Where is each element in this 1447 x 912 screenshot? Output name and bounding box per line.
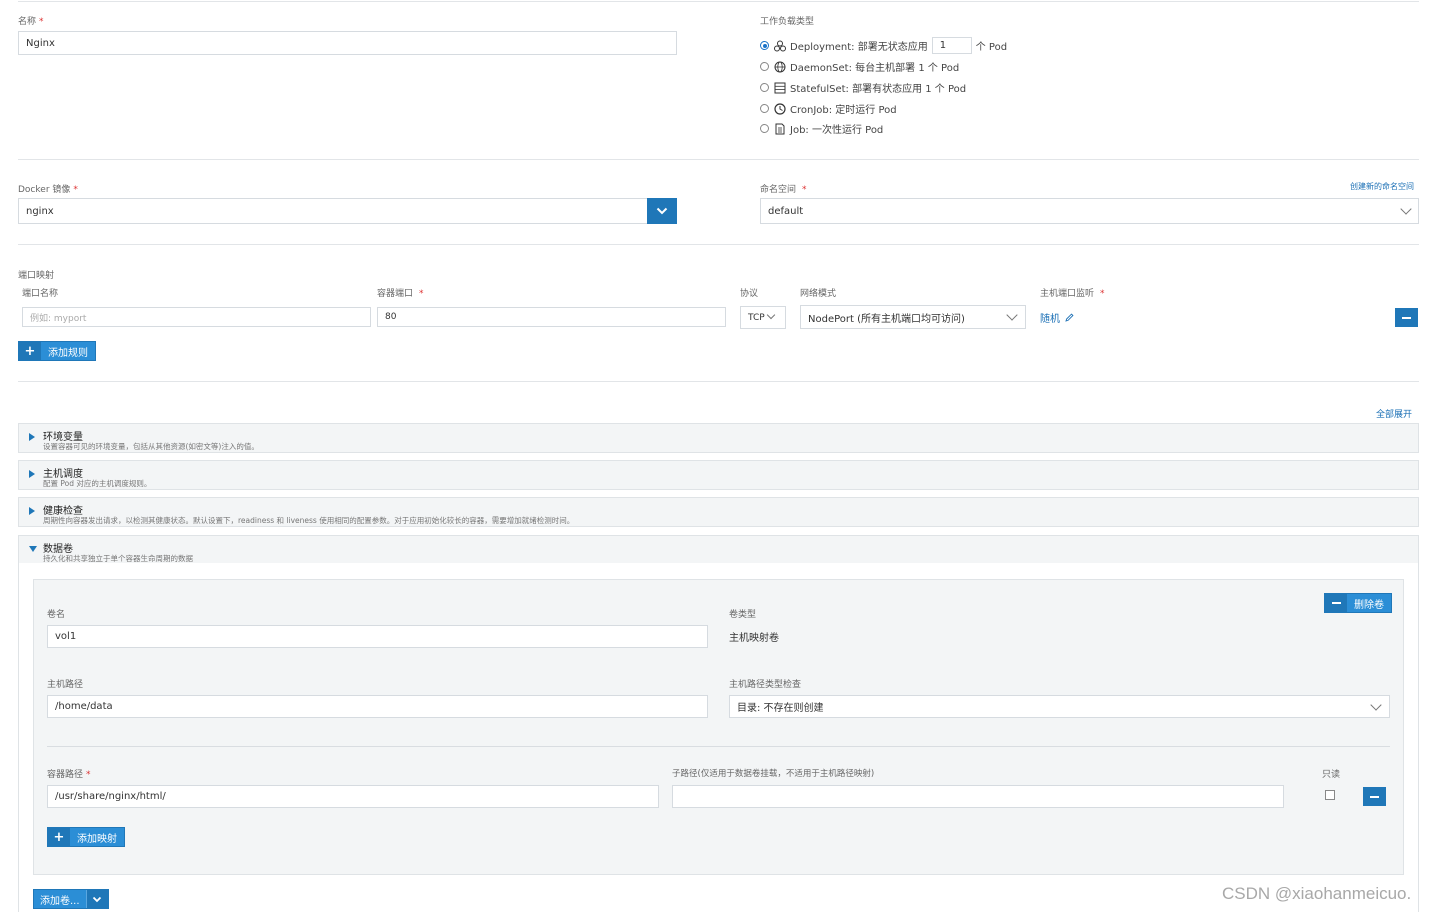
- job-icon: [775, 123, 785, 134]
- host-path-input[interactable]: /home/data: [47, 695, 708, 718]
- network-mode-col: 网络模式: [800, 289, 837, 299]
- deployment-icon: [774, 40, 786, 51]
- workload-deployment-text: Deployment: 部署无状态应用: [790, 42, 928, 53]
- radio-deployment[interactable]: [760, 41, 769, 50]
- radio-cronjob[interactable]: [760, 104, 769, 113]
- remove-volume-button[interactable]: 删除卷: [1324, 593, 1392, 613]
- network-mode-select[interactable]: NodePort (所有主机端口均可访问): [800, 305, 1026, 329]
- add-volume-button[interactable]: 添加卷...: [33, 889, 109, 909]
- replicas-suffix: 个 Pod: [975, 42, 1008, 53]
- radio-job[interactable]: [760, 124, 769, 133]
- workload-cronjob-option[interactable]: CronJob: 定时运行 Pod: [760, 101, 897, 116]
- panel-desc: 周期性向容器发出请求，以检测其健康状态。默认设置下，readiness 和 li…: [43, 516, 575, 525]
- namespace-label: 命名空间 *: [760, 185, 807, 195]
- host-port-random[interactable]: 随机: [1040, 310, 1074, 325]
- add-mount-button[interactable]: + 添加映射: [47, 827, 125, 847]
- add-rule-text: 添加规则: [48, 347, 88, 359]
- plus-icon: +: [48, 828, 70, 846]
- expand-triangle-icon: [29, 507, 35, 515]
- container-port-input[interactable]: 80: [377, 307, 726, 327]
- image-dropdown-button[interactable]: [647, 198, 677, 224]
- scheduling-panel[interactable]: 主机调度 配置 Pod 对应的主机调度规则。: [18, 460, 1419, 490]
- add-mount-text: 添加映射: [77, 833, 117, 845]
- workload-cronjob-text: CronJob: 定时运行 Pod: [790, 105, 897, 116]
- host-path-label: 主机路径: [47, 680, 84, 690]
- panel-desc: 配置 Pod 对应的主机调度规则。: [43, 479, 152, 488]
- cronjob-icon: [774, 102, 786, 115]
- add-volume-text: 添加卷...: [40, 895, 80, 907]
- name-input[interactable]: Nginx: [18, 31, 677, 55]
- sub-path-input[interactable]: [672, 785, 1284, 808]
- mount-path-label: 容器路径 *: [47, 770, 91, 780]
- workload-daemonset-option[interactable]: DaemonSet: 每台主机部署 1 个 Pod: [760, 59, 959, 74]
- port-mapping-label: 端口映射: [18, 271, 55, 281]
- remove-mount-button[interactable]: [1363, 787, 1386, 806]
- readonly-checkbox[interactable]: [1325, 790, 1335, 800]
- host-path-check-select[interactable]: 目录: 不存在则创建: [729, 695, 1390, 718]
- volume-name-label: 卷名: [47, 610, 66, 620]
- csdn-watermark: CSDN @xiaohanmeicuo.: [1222, 884, 1412, 903]
- volume-type-value: 主机映射卷: [729, 633, 779, 644]
- collapse-triangle-icon[interactable]: [29, 546, 37, 552]
- volume-divider: [47, 746, 1390, 747]
- protocol-col: 协议: [740, 289, 759, 299]
- port-name-col: 端口名称: [22, 289, 59, 299]
- divider-3: [18, 381, 1419, 382]
- daemonset-icon: [774, 61, 786, 72]
- panel-desc: 设置容器可见的环境变量，包括从其他资源(如密文等)注入的值。: [43, 442, 259, 451]
- top-divider: [18, 1, 1419, 2]
- workload-deployment-option[interactable]: Deployment: 部署无状态应用 1 个 Pod: [760, 37, 1007, 54]
- readonly-label: 只读: [1322, 770, 1341, 780]
- docker-image-input[interactable]: nginx: [18, 198, 648, 224]
- workload-job-option[interactable]: Job: 一次性运行 Pod: [760, 121, 883, 136]
- chevron-down-icon: [656, 207, 668, 215]
- replicas-input[interactable]: 1: [931, 37, 972, 54]
- name-label: 名称 *: [18, 17, 44, 27]
- host-port-col: 主机端口监听 *: [1040, 289, 1105, 299]
- docker-image-label: Docker 镜像 *: [18, 185, 78, 195]
- divider-2: [18, 244, 1419, 245]
- host-port-random-text: 随机: [1040, 314, 1060, 325]
- env-vars-panel[interactable]: 环境变量 设置容器可见的环境变量，包括从其他资源(如密文等)注入的值。: [18, 423, 1419, 453]
- volume-type-label: 卷类型: [729, 610, 757, 620]
- container-port-col: 容器端口 *: [377, 289, 424, 299]
- workload-statefulset-option[interactable]: StatefulSet: 部署有状态应用 1 个 Pod: [760, 80, 966, 95]
- namespace-select[interactable]: default: [760, 198, 1419, 224]
- minus-icon: [1325, 594, 1347, 612]
- mount-path-input[interactable]: /usr/share/nginx/html/: [47, 785, 659, 808]
- chevron-down-icon: [92, 896, 102, 902]
- create-namespace-link[interactable]: 创建新的命名空间: [1350, 181, 1414, 192]
- health-check-panel[interactable]: 健康检查 周期性向容器发出请求，以检测其健康状态。默认设置下，readiness…: [18, 497, 1419, 527]
- add-volume-caret[interactable]: [85, 890, 108, 908]
- add-rule-button[interactable]: + 添加规则: [18, 341, 96, 361]
- radio-statefulset[interactable]: [760, 83, 769, 92]
- workload-statefulset-text: StatefulSet: 部署有状态应用 1 个 Pod: [790, 84, 967, 95]
- host-path-check-label: 主机路径类型检查: [729, 680, 802, 690]
- plus-icon: +: [19, 342, 41, 360]
- statefulset-icon: [774, 82, 786, 93]
- edit-pencil-icon[interactable]: [1065, 313, 1074, 322]
- volume-name-input[interactable]: vol1: [47, 625, 708, 648]
- workload-daemonset-text: DaemonSet: 每台主机部署 1 个 Pod: [790, 63, 960, 74]
- protocol-select[interactable]: TCP: [740, 306, 786, 329]
- remove-volume-text: 删除卷: [1354, 599, 1384, 611]
- volume-card: [33, 579, 1404, 875]
- expand-triangle-icon: [29, 433, 35, 441]
- remove-port-button[interactable]: [1395, 308, 1418, 327]
- expand-all-link[interactable]: 全部展开: [1376, 407, 1412, 420]
- sub-path-label: 子路径(仅适用于数据卷挂载，不适用于主机路径映射): [672, 769, 875, 779]
- workload-job-text: Job: 一次性运行 Pod: [790, 125, 884, 136]
- expand-triangle-icon: [29, 470, 35, 478]
- radio-daemonset[interactable]: [760, 62, 769, 71]
- port-name-input[interactable]: 例如: myport: [22, 307, 371, 327]
- divider-1: [18, 159, 1419, 160]
- workload-type-label: 工作负载类型: [760, 17, 815, 27]
